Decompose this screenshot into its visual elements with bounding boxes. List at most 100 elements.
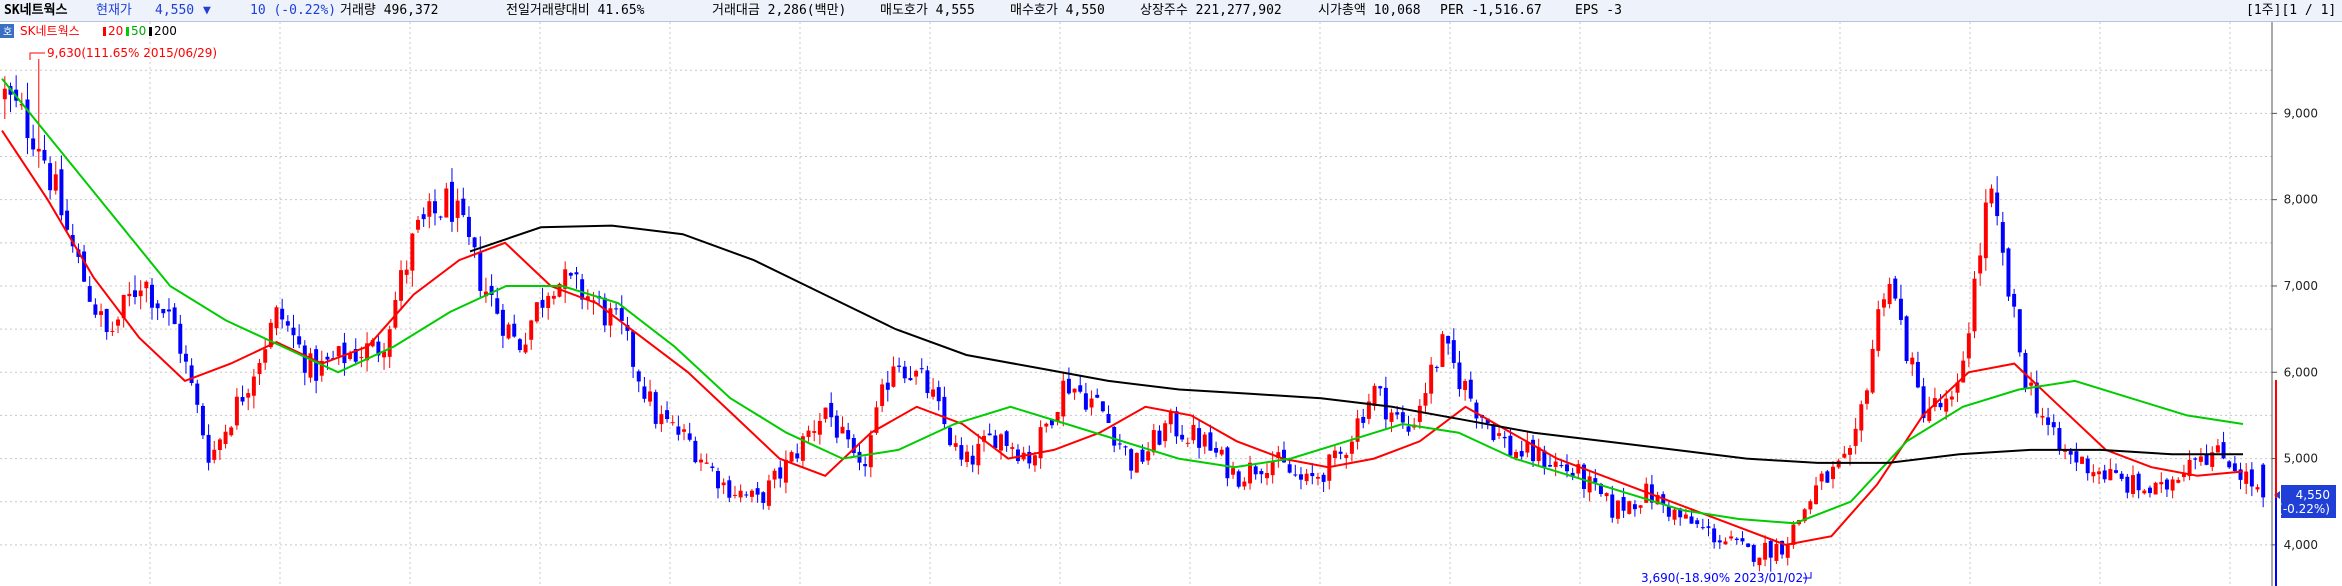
candle-body <box>716 471 720 489</box>
candle-body <box>2097 471 2102 475</box>
candle-body <box>2023 352 2028 389</box>
candle-body <box>1859 404 1864 431</box>
candle-body <box>993 435 998 449</box>
candle-body <box>834 415 839 438</box>
candle-body <box>693 440 698 463</box>
candle-body <box>897 365 902 367</box>
candle-body <box>2057 428 2062 450</box>
candle-body <box>1559 465 1564 467</box>
page-indicator[interactable]: [1주][1 / 1] <box>2246 0 2336 21</box>
candle-body <box>2164 479 2169 490</box>
candle-body <box>1004 431 1009 446</box>
candle-body <box>1553 461 1558 467</box>
candle-body <box>155 303 160 309</box>
candle-body <box>1168 412 1173 425</box>
eps-value: EPS -3 <box>1575 3 1622 18</box>
candle-body <box>2170 479 2175 491</box>
candle-body <box>517 339 522 351</box>
candle-body <box>116 319 121 326</box>
candle-body <box>1265 472 1269 479</box>
candle-body <box>653 392 658 424</box>
candle-body <box>614 308 619 310</box>
candle-body <box>1032 455 1037 466</box>
candle-body <box>857 451 862 463</box>
candle-body <box>699 459 703 463</box>
candle-body <box>2221 442 2226 459</box>
candle-body <box>1672 509 1677 520</box>
candle-body <box>2102 470 2107 480</box>
candle-body <box>1814 485 1819 505</box>
candle-body <box>127 293 132 297</box>
candle-body <box>166 309 171 312</box>
candle-body <box>1095 394 1100 398</box>
candle-body <box>1689 516 1694 524</box>
y-tick-label: 9,000 <box>2284 106 2318 120</box>
candle-body <box>1400 412 1405 423</box>
price-type-label: 현재가 <box>96 3 132 18</box>
candle-body <box>1151 430 1156 453</box>
candle-body <box>1310 473 1315 477</box>
candle-body <box>1010 447 1015 449</box>
candle-body <box>2198 456 2203 462</box>
candle-body <box>1791 524 1796 545</box>
candle-body <box>1129 449 1134 471</box>
candle-body <box>1808 501 1813 510</box>
candle-body <box>846 430 851 440</box>
candle-body <box>1763 542 1768 560</box>
stock-name[interactable]: SK네트웍스 <box>4 0 68 21</box>
change-down-icon: ▼ <box>203 3 211 18</box>
candle-body <box>399 270 404 301</box>
candle-body <box>1938 402 1943 408</box>
candle-body <box>970 455 975 465</box>
candle-body <box>1378 386 1383 389</box>
candle-body <box>659 414 664 425</box>
candle-body <box>1712 528 1717 543</box>
candle-body <box>1202 434 1207 447</box>
candle-body <box>2176 479 2181 483</box>
candle-body <box>551 295 556 299</box>
candle-body <box>212 449 217 460</box>
candle-body <box>1293 474 1298 476</box>
candle-body <box>1700 527 1705 529</box>
candle-body <box>1734 538 1739 541</box>
candle-body <box>1406 426 1411 432</box>
candle-body <box>1185 442 1190 444</box>
candle-body <box>421 214 426 220</box>
candle-body <box>1321 474 1326 482</box>
candle-body <box>150 284 154 308</box>
candle-body <box>1106 413 1111 424</box>
candle-body <box>387 329 392 357</box>
candle-body <box>1083 393 1088 410</box>
candle-body <box>2227 461 2232 468</box>
candle-body <box>1231 468 1236 475</box>
candle-body <box>1214 448 1219 453</box>
candle-body <box>755 488 760 495</box>
candle-body <box>1910 357 1915 365</box>
candle-body <box>534 302 539 322</box>
candle-body <box>234 396 239 426</box>
candle-body <box>1785 545 1790 558</box>
prev-volume-ratio: 전일거래량대비 41.65% <box>506 3 645 18</box>
candle-body <box>2131 475 2135 494</box>
candle-body <box>2046 417 2051 425</box>
candle-body <box>2091 472 2096 477</box>
candle-body <box>1836 460 1841 468</box>
candle-body <box>1898 298 1903 320</box>
candle-body <box>336 346 341 357</box>
candle-body <box>2085 458 2090 474</box>
candle-body <box>25 99 30 139</box>
price-chart[interactable]: 4,0005,0006,0007,0008,0009,000 호 SK네트웍스 … <box>0 22 2342 586</box>
candle-body <box>1225 447 1230 479</box>
min-price-label: 3,690(-18.90% 2023/01/02) <box>1641 571 1808 585</box>
candle-body <box>2012 293 2017 307</box>
candle-body <box>229 427 234 436</box>
candle-body <box>687 433 692 440</box>
candle-body <box>936 387 941 402</box>
current-price-box-change: (-0.22%) <box>2278 502 2330 516</box>
candle-body <box>1695 520 1700 525</box>
candle-body <box>1746 543 1751 547</box>
candle-body <box>240 397 245 402</box>
candle-body <box>1717 540 1722 543</box>
legend-ma50-swatch <box>126 27 129 36</box>
candle-body <box>1451 340 1456 363</box>
